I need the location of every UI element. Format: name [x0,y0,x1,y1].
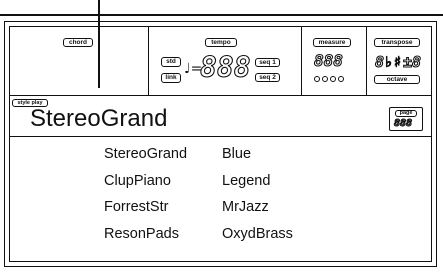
header-divider-1 [148,26,150,95]
list-top-line [9,136,432,138]
octave-label: octave [374,75,420,84]
seq1-badge: seq 1 [255,58,280,67]
list-item[interactable]: ResonPads [104,226,179,242]
transpose-label: transpose [374,38,420,47]
beat-indicator-2 [322,76,328,82]
list-item[interactable]: OxydBrass [222,226,293,242]
current-style-name[interactable]: StereoGrand [30,105,167,133]
page-value-display: 888 [393,117,413,129]
transpose-flat-display: 8♭♯ [374,52,403,71]
transpose-value-display: ±8 [402,52,422,71]
beat-indicator-4 [338,76,344,82]
link-badge: link [161,73,181,83]
tempo-label: tempo [205,38,237,47]
seq2-badge: seq 2 [255,73,280,82]
list-item[interactable]: ClupPiano [104,173,171,189]
list-item[interactable]: Legend [222,173,270,189]
list-item[interactable]: Blue [222,146,251,162]
beat-indicator-3 [330,76,336,82]
list-item[interactable]: StereoGrand [104,146,187,162]
chord-label: chord [63,38,93,47]
std-badge: std [161,57,181,67]
beat-indicator-1 [314,76,320,82]
page-label: page [395,110,417,117]
tempo-value-display: 888 [199,51,251,84]
top-border [0,14,443,16]
list-item[interactable]: MrJazz [222,199,269,215]
list-item[interactable]: ForrestStr [104,199,168,215]
measure-value-display: 888 [313,51,343,70]
header-divider-3 [366,26,368,95]
header-divider-2 [301,26,303,95]
measure-label: measure [313,38,351,47]
header-bottom-line [9,95,432,97]
